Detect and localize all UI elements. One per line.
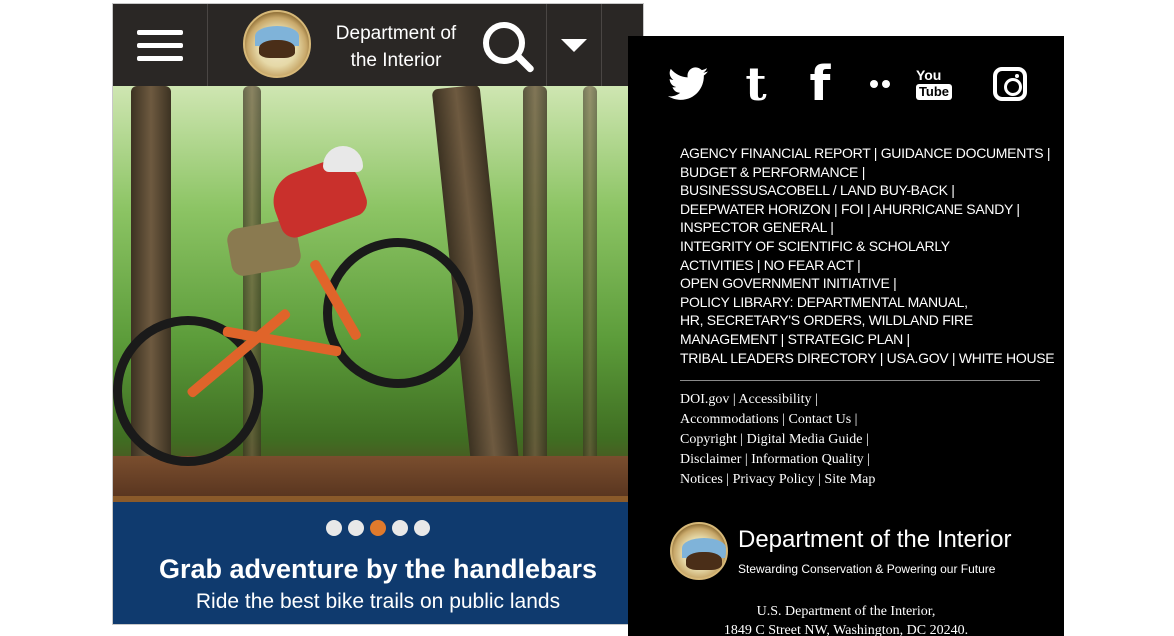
chevron-down-icon xyxy=(561,38,587,52)
carousel-dot[interactable] xyxy=(326,520,342,536)
instagram-link[interactable] xyxy=(988,54,1032,114)
footer-links-secondary: DOI.gov | Accessibility | Accommodations… xyxy=(680,390,1040,490)
footer-address: U.S. Department of the Interior, 1849 C … xyxy=(723,604,969,636)
youtube-icon: You Tube xyxy=(915,68,953,100)
site-logo-link[interactable]: Department of the Interior xyxy=(243,10,463,80)
footer-tagline: Stewarding Conservation & Powering our F… xyxy=(738,562,996,576)
facebook-link[interactable]: f xyxy=(800,54,840,114)
flickr-link[interactable] xyxy=(860,54,900,114)
doi-seal-logo xyxy=(243,10,311,78)
dropdown-toggle-button[interactable] xyxy=(547,4,601,86)
carousel-caption: Grab adventure by the handlebars Ride th… xyxy=(113,496,643,624)
footer-link-row[interactable]: Disclaimer | Information Quality | xyxy=(680,450,1040,470)
footer-link-row[interactable]: TRIBAL LEADERS DIRECTORY | USA.GOV | WHI… xyxy=(680,349,1055,368)
hero-image-mountain-biker[interactable] xyxy=(113,86,643,496)
footer-link-row[interactable]: INSPECTOR GENERAL | xyxy=(680,218,1050,237)
mobile-homepage: Department of the Interior Grab adventur… xyxy=(112,3,644,625)
search-button[interactable] xyxy=(475,4,545,86)
twitter-icon xyxy=(668,67,708,100)
hamburger-menu-icon xyxy=(137,29,183,35)
twitter-link[interactable] xyxy=(664,54,712,114)
slide-title[interactable]: Grab adventure by the handlebars xyxy=(113,554,643,585)
doi-seal-logo xyxy=(670,522,728,580)
footer-link-row[interactable]: MANAGEMENT | STRATEGIC PLAN | xyxy=(680,330,1050,349)
tumblr-icon: t xyxy=(745,57,767,111)
footer-links-primary: AGENCY FINANCIAL REPORT | GUIDANCE DOCUM… xyxy=(680,144,1055,368)
footer-link-row[interactable]: AGENCY FINANCIAL REPORT | GUIDANCE DOCUM… xyxy=(680,144,1051,163)
footer-divider xyxy=(680,380,1040,381)
footer-link-row[interactable]: DOI.gov | Accessibility | xyxy=(680,390,1040,410)
carousel-dot[interactable] xyxy=(370,520,386,536)
tumblr-link[interactable]: t xyxy=(734,54,778,114)
footer-link-row[interactable]: BUDGET & PERFORMANCE | xyxy=(680,163,1050,182)
carousel-pagination xyxy=(113,520,643,536)
site-header: Department of the Interior xyxy=(113,4,643,86)
hamburger-menu-button[interactable] xyxy=(113,4,207,86)
mobile-footer: t f You Tube AGENCY FINANCIAL REPORT | G… xyxy=(628,36,1064,636)
mountain-biker xyxy=(113,146,503,476)
footer-link-row[interactable]: ACTIVITIES | NO FEAR ACT | xyxy=(680,256,1050,275)
footer-link-row[interactable]: HR, SECRETARY'S ORDERS, WILDLAND FIRE xyxy=(680,311,1050,330)
facebook-icon: f xyxy=(809,56,831,112)
footer-org-name: Department of the Interior xyxy=(738,526,1012,553)
carousel-dot[interactable] xyxy=(392,520,408,536)
footer-link-row[interactable]: BUSINESSUSACOBELL / LAND BUY-BACK | xyxy=(680,181,1050,200)
footer-link-row[interactable]: Accommodations | Contact Us | xyxy=(680,410,1040,430)
social-links: t f You Tube xyxy=(664,54,1034,114)
footer-brand[interactable]: Department of the Interior Stewarding Co… xyxy=(670,522,1050,586)
footer-link-row[interactable]: Copyright | Digital Media Guide | xyxy=(680,430,1040,450)
footer-link-row[interactable]: INTEGRITY OF SCIENTIFIC & SCHOLARLY xyxy=(680,237,1050,256)
slide-subtitle: Ride the best bike trails on public land… xyxy=(195,590,561,613)
carousel-dot[interactable] xyxy=(348,520,364,536)
instagram-icon xyxy=(993,67,1027,101)
footer-link-row[interactable]: DEEPWATER HORIZON | FOI | AHURRICANE SAN… xyxy=(680,200,1050,219)
footer-link-row[interactable]: OPEN GOVERNMENT INITIATIVE | xyxy=(680,274,1050,293)
footer-link-row[interactable]: Notices | Privacy Policy | Site Map xyxy=(680,470,1040,490)
carousel-dot[interactable] xyxy=(414,520,430,536)
site-title: Department of the Interior xyxy=(335,23,457,71)
youtube-link[interactable]: You Tube xyxy=(914,54,954,114)
footer-link-row[interactable]: POLICY LIBRARY: DEPARTMENTAL MANUAL, xyxy=(680,293,1050,312)
flickr-icon xyxy=(870,80,890,88)
